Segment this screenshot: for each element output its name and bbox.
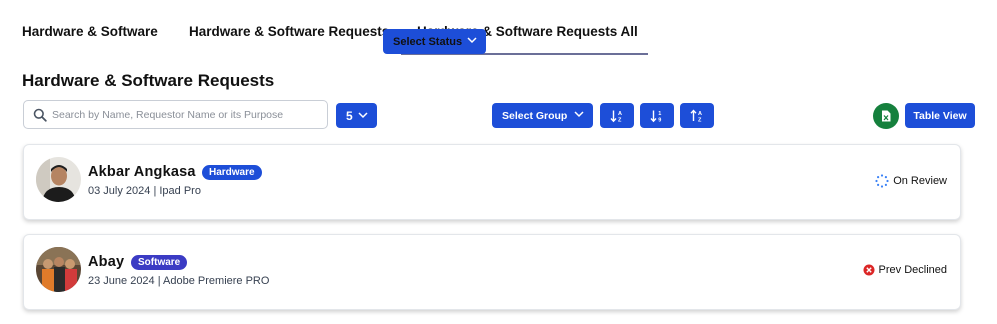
page-size-dropdown[interactable]: 5 bbox=[336, 103, 377, 128]
x-circle-icon bbox=[863, 264, 875, 276]
table-view-button[interactable]: Table View bbox=[905, 103, 975, 128]
sort-ascending-icon: A Z bbox=[610, 110, 622, 123]
request-date: 23 June 2024 bbox=[88, 275, 155, 287]
sort-numeric-button[interactable]: 1 9 bbox=[640, 103, 674, 128]
select-status-dropdown[interactable]: Select Status bbox=[383, 29, 486, 54]
search-icon bbox=[33, 108, 47, 122]
table-view-label: Table View bbox=[913, 109, 967, 122]
request-item: Ipad Pro bbox=[159, 185, 201, 197]
request-details: 23 June 2024 | Adobe Premiere PRO bbox=[88, 275, 269, 287]
search-box bbox=[23, 100, 328, 129]
request-date: 03 July 2024 bbox=[88, 185, 151, 197]
tab-hardware-software[interactable]: Hardware & Software bbox=[22, 24, 158, 39]
svg-text:1: 1 bbox=[658, 111, 661, 117]
requester-name: Abay bbox=[88, 254, 125, 270]
svg-text:Z: Z bbox=[698, 117, 702, 123]
spinner-icon bbox=[875, 174, 889, 188]
tab-bar: Hardware & Software Hardware & Software … bbox=[0, 0, 997, 56]
page-title: Hardware & Software Requests bbox=[22, 71, 275, 90]
select-status-label: Select Status bbox=[393, 35, 463, 48]
search-input[interactable] bbox=[52, 105, 322, 125]
page-size-value: 5 bbox=[346, 108, 353, 123]
status-indicator: On Review bbox=[875, 174, 947, 188]
sort-numeric-icon: 1 9 bbox=[650, 110, 661, 123]
status-indicator: Prev Declined bbox=[863, 264, 947, 276]
chevron-down-icon bbox=[574, 111, 584, 118]
tab-hardware-software-requests[interactable]: Hardware & Software Requests bbox=[189, 24, 389, 39]
request-item: Adobe Premiere PRO bbox=[163, 275, 270, 287]
avatar bbox=[36, 247, 81, 292]
category-badge: Hardware bbox=[202, 165, 262, 180]
chevron-down-icon bbox=[358, 112, 368, 119]
chevron-down-icon bbox=[467, 37, 477, 44]
requester-name: Akbar Angkasa bbox=[88, 164, 196, 180]
request-details: 03 July 2024 | Ipad Pro bbox=[88, 185, 201, 197]
category-badge: Software bbox=[131, 255, 188, 270]
export-excel-button[interactable] bbox=[873, 103, 899, 129]
svg-text:A: A bbox=[698, 111, 702, 117]
sort-descending-icon: A Z bbox=[690, 108, 702, 123]
sort-az-button[interactable]: A Z bbox=[600, 103, 634, 128]
status-label: Prev Declined bbox=[878, 264, 947, 276]
request-card[interactable]: Abay Software 23 June 2024 | Adobe Premi… bbox=[23, 234, 961, 310]
status-label: On Review bbox=[893, 175, 947, 187]
svg-text:Z: Z bbox=[618, 117, 622, 123]
request-card[interactable]: Akbar Angkasa Hardware 03 July 2024 | Ip… bbox=[23, 144, 961, 220]
svg-text:A: A bbox=[618, 111, 622, 117]
sort-za-button[interactable]: A Z bbox=[680, 103, 714, 128]
svg-text:9: 9 bbox=[658, 117, 661, 123]
avatar bbox=[36, 157, 81, 202]
select-group-dropdown[interactable]: Select Group bbox=[492, 103, 593, 128]
detail-separator: | bbox=[154, 275, 164, 287]
excel-file-icon bbox=[882, 110, 891, 122]
select-group-label: Select Group bbox=[502, 109, 568, 122]
